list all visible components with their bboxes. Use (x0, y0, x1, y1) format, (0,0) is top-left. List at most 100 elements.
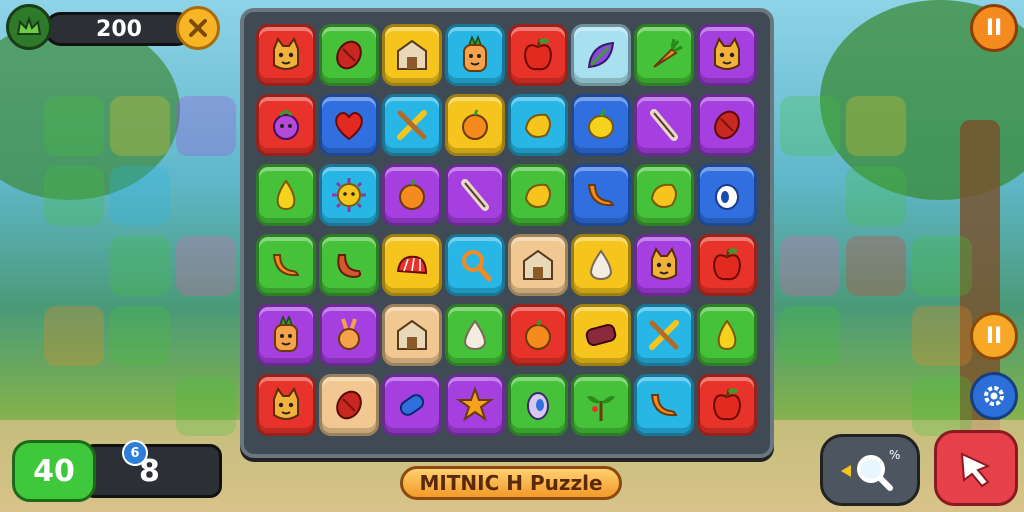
tile-r1-c6[interactable] (571, 24, 631, 86)
tile-r3-c5[interactable] (508, 164, 568, 226)
orange-icon (462, 109, 488, 140)
pear-icon (276, 179, 296, 211)
crossed-sticks-icon (397, 110, 427, 140)
tile-r3-c7[interactable] (634, 164, 694, 226)
background-ghost-tile (110, 166, 170, 226)
tile-r1-c2[interactable] (319, 24, 379, 86)
tile-r1-c3[interactable] (382, 24, 442, 86)
background-ghost-tile (846, 236, 906, 296)
cat-face-icon (651, 246, 677, 280)
pause-button-side[interactable]: II (970, 312, 1018, 360)
tile-r2-c3[interactable] (382, 94, 442, 156)
tile-r1-c5[interactable] (508, 24, 568, 86)
tile-r4-c1[interactable] (256, 234, 316, 296)
tile-r6-c6[interactable] (571, 374, 631, 436)
tile-r6-c5[interactable] (508, 374, 568, 436)
close-button[interactable] (176, 6, 220, 50)
tile-r5-c5[interactable] (508, 304, 568, 366)
tile-r6-c7[interactable] (634, 374, 694, 436)
pause-icon: II (985, 323, 1003, 349)
tile-r3-c3[interactable] (382, 164, 442, 226)
tap-hint-button[interactable] (934, 430, 1018, 506)
apple-icon (523, 38, 553, 71)
tile-r6-c3[interactable] (382, 374, 442, 436)
lemon-icon (588, 109, 614, 139)
tile-r5-c7[interactable] (634, 304, 694, 366)
tile-r6-c4[interactable] (445, 374, 505, 436)
tile-r4-c5[interactable] (508, 234, 568, 296)
tile-r6-c1[interactable] (256, 374, 316, 436)
magnifier-icon: % (841, 448, 900, 491)
garlic-icon (589, 249, 613, 281)
background-ghost-tile (780, 96, 840, 156)
orange-icon (525, 319, 551, 350)
tile-r5-c6[interactable] (571, 304, 631, 366)
tile-r3-c1[interactable] (256, 164, 316, 226)
crown-badge-icon (6, 4, 52, 50)
tile-r1-c7[interactable] (634, 24, 694, 86)
background-ghost-tile (846, 96, 906, 156)
tile-r4-c8[interactable] (697, 234, 757, 296)
tile-r2-c6[interactable] (571, 94, 631, 156)
tile-r6-c2[interactable] (319, 374, 379, 436)
background-ghost-tile (780, 306, 840, 366)
grape-face-icon (273, 109, 299, 140)
tile-r3-c4[interactable] (445, 164, 505, 226)
tile-r2-c2[interactable] (319, 94, 379, 156)
background-ghost-tile (110, 306, 170, 366)
tile-r3-c2[interactable] (319, 164, 379, 226)
apple-icon (712, 388, 742, 421)
background-ghost-tile (846, 166, 906, 226)
tile-r5-c4[interactable] (445, 304, 505, 366)
background-ghost-tile (780, 236, 840, 296)
cat-face-icon (714, 36, 740, 70)
stick-icon (650, 109, 678, 141)
leaf-icon (587, 41, 615, 69)
tile-r5-c1[interactable] (256, 304, 316, 366)
background-ghost-tile (44, 166, 104, 226)
hint-magnifier-button[interactable]: % (820, 434, 920, 506)
red-bean-icon (336, 390, 362, 420)
tile-r1-c8[interactable] (697, 24, 757, 86)
tile-r5-c3[interactable] (382, 304, 442, 366)
tile-r2-c5[interactable] (508, 94, 568, 156)
tile-r1-c1[interactable] (256, 24, 316, 86)
tile-r1-c4[interactable] (445, 24, 505, 86)
moves-secondary: 8 (82, 444, 222, 498)
game-board (240, 8, 774, 458)
tile-r4-c2[interactable] (319, 234, 379, 296)
tile-r4-c6[interactable] (571, 234, 631, 296)
pause-button-top[interactable]: II (970, 4, 1018, 52)
moves-badge: 6 (122, 440, 148, 466)
tile-r4-c4[interactable] (445, 234, 505, 296)
tile-r5-c8[interactable] (697, 304, 757, 366)
tile-r2-c1[interactable] (256, 94, 316, 156)
background-ghost-tile (110, 236, 170, 296)
eye-fruit-icon (715, 184, 739, 210)
tile-r3-c6[interactable] (571, 164, 631, 226)
star-icon (455, 386, 495, 422)
pause-icon: II (985, 15, 1003, 41)
cursor-hand-icon (960, 452, 991, 488)
plant-icon (587, 395, 615, 421)
tile-r4-c7[interactable] (634, 234, 694, 296)
tile-r5-c2[interactable] (319, 304, 379, 366)
tile-r2-c8[interactable] (697, 94, 757, 156)
orange-icon (399, 179, 425, 210)
tile-r6-c8[interactable] (697, 374, 757, 436)
house-icon (523, 249, 553, 280)
red-bean-icon (714, 110, 740, 140)
crossed-sticks-icon (649, 320, 679, 350)
tile-r4-c3[interactable] (382, 234, 442, 296)
background-ghost-tile (176, 236, 236, 296)
background-ghost-tile (44, 96, 104, 156)
tile-r2-c4[interactable] (445, 94, 505, 156)
mango-icon (524, 183, 551, 208)
tile-r2-c7[interactable] (634, 94, 694, 156)
scroll-icon (585, 323, 617, 347)
settings-button[interactable] (970, 372, 1018, 420)
shell-icon (396, 255, 428, 275)
house-icon (397, 39, 427, 70)
cat-face-icon (273, 36, 299, 70)
tile-r3-c8[interactable] (697, 164, 757, 226)
